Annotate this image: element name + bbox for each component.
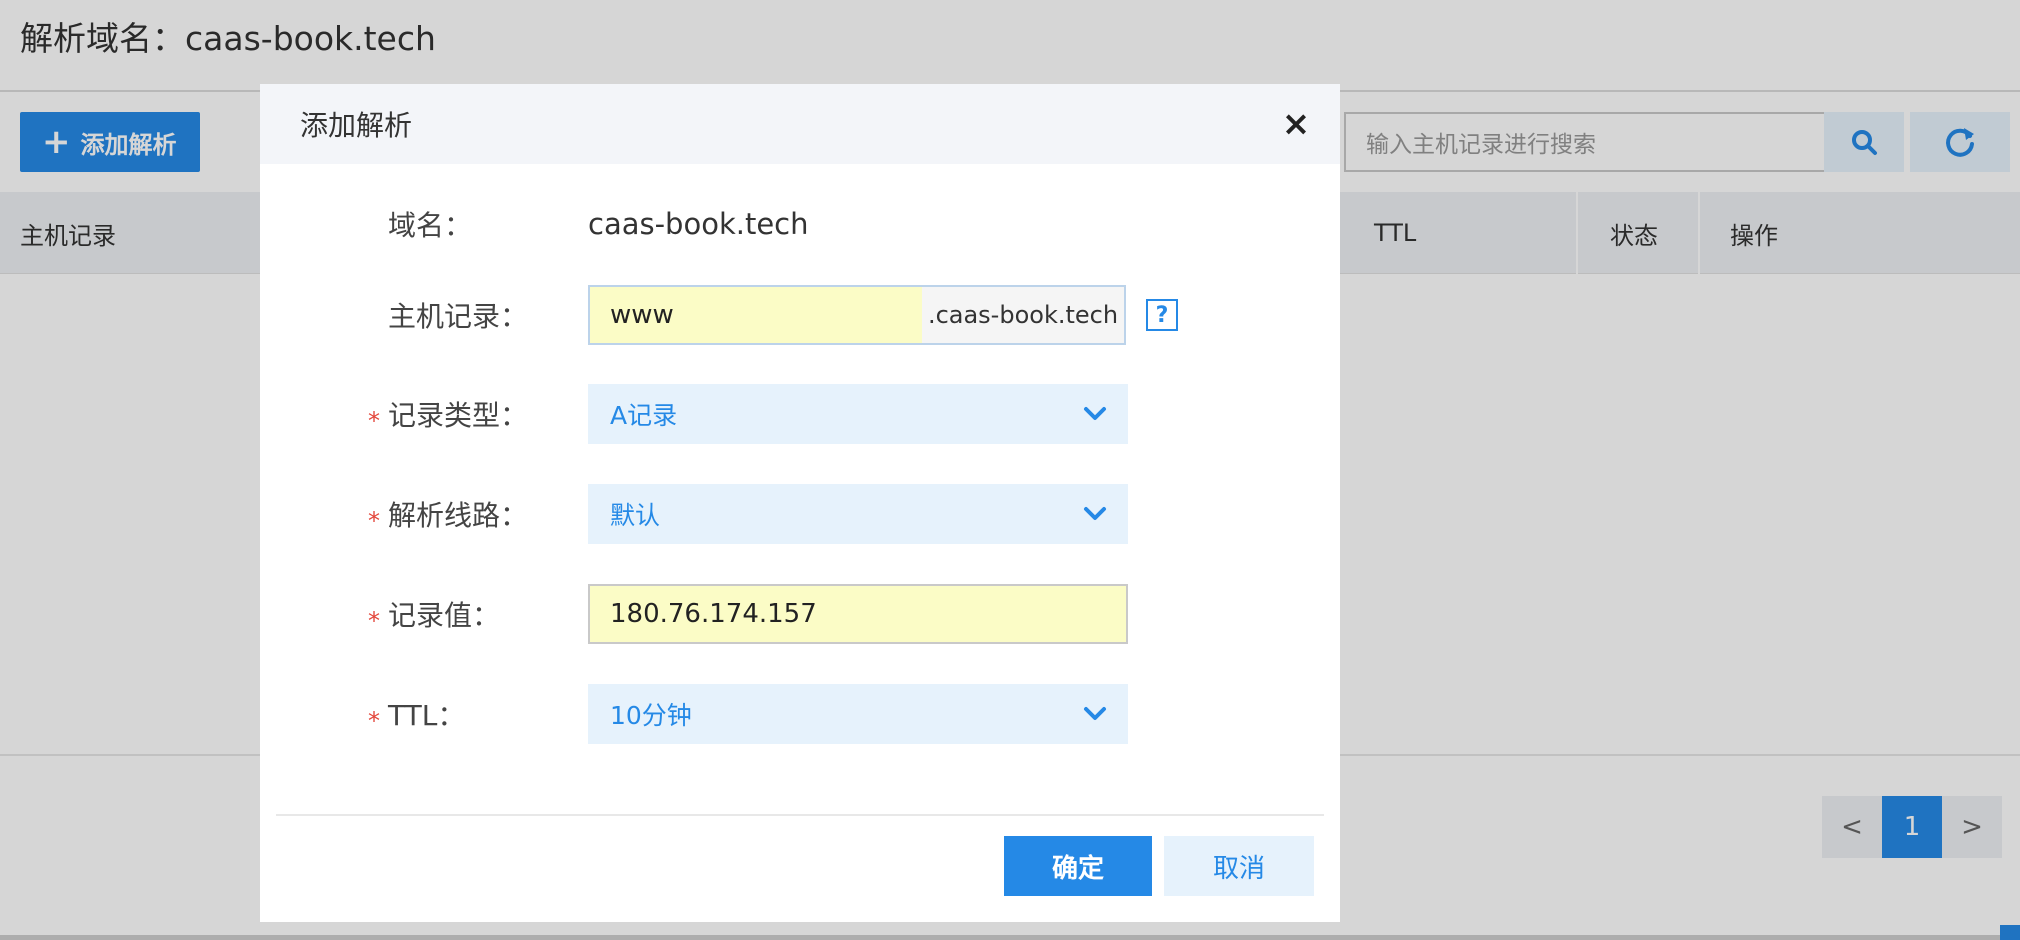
host-record-field: www .caas-book.tech (588, 285, 1126, 345)
domain-label: 域名： (388, 209, 473, 242)
resolve-line-select[interactable]: 默认 (588, 484, 1128, 544)
record-type-value: A记录 (610, 401, 678, 430)
host-record-suffix: .caas-book.tech (922, 287, 1124, 343)
confirm-button[interactable]: 确定 (1004, 836, 1152, 896)
record-value-row: * 记录值： 180.76.174.157 (260, 584, 1340, 644)
required-marker: * (368, 707, 380, 735)
record-value-input[interactable]: 180.76.174.157 (588, 584, 1128, 644)
dialog-header: 添加解析 (260, 84, 1340, 164)
ttl-value: 10分钟 (610, 701, 692, 730)
host-record-label: 主机记录： (388, 300, 529, 333)
domain-value: caas-book.tech (588, 207, 809, 241)
chevron-down-icon (1084, 707, 1106, 720)
chevron-down-icon (1084, 507, 1106, 520)
required-marker: * (368, 607, 380, 635)
dialog-footer-divider (276, 814, 1324, 816)
help-icon[interactable]: ? (1146, 299, 1178, 331)
ttl-label: TTL： (388, 699, 466, 732)
domain-row: 域名： caas-book.tech (260, 194, 1340, 254)
close-icon[interactable]: × (1274, 102, 1318, 146)
record-type-row: * 记录类型： A记录 (260, 384, 1340, 444)
add-record-dialog: 添加解析 × 域名： caas-book.tech 主机记录： www .caa… (260, 84, 1340, 922)
chevron-down-icon (1084, 407, 1106, 420)
host-record-input[interactable]: www (590, 287, 922, 343)
required-marker: * (368, 407, 380, 435)
resolve-line-label: 解析线路： (388, 499, 529, 532)
record-type-label: 记录类型： (388, 399, 529, 432)
ttl-select[interactable]: 10分钟 (588, 684, 1128, 744)
required-marker: * (368, 507, 380, 535)
host-record-row: 主机记录： www .caas-book.tech ? (260, 285, 1340, 345)
ttl-row: * TTL： 10分钟 (260, 684, 1340, 744)
dialog-title: 添加解析 (300, 109, 413, 142)
cancel-button[interactable]: 取消 (1164, 836, 1314, 896)
resolve-line-value: 默认 (610, 501, 661, 530)
resolve-line-row: * 解析线路： 默认 (260, 484, 1340, 544)
record-type-select[interactable]: A记录 (588, 384, 1128, 444)
record-value-label: 记录值： (388, 599, 501, 632)
